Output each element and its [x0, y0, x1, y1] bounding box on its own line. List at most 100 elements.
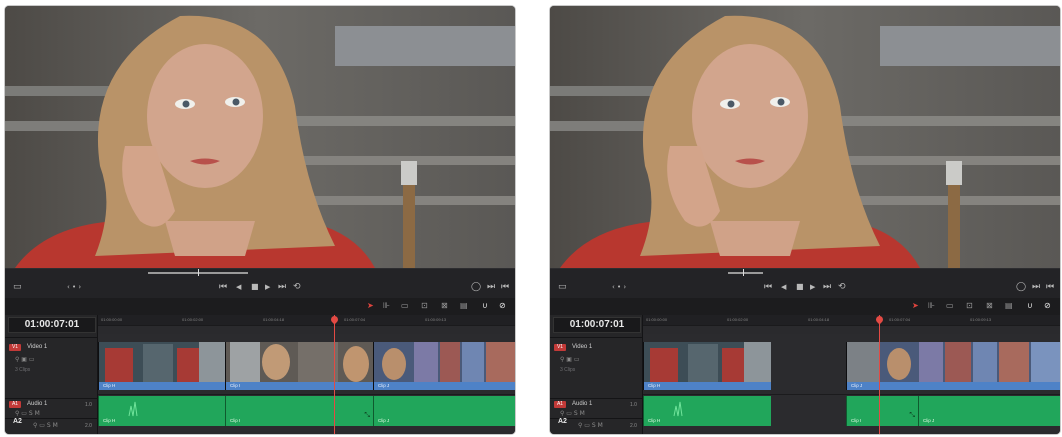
first-frame-button[interactable]: ⏮ — [764, 282, 772, 292]
replace-icon[interactable]: ⊠ — [986, 301, 993, 311]
play-reverse-button[interactable]: ◀ — [781, 282, 786, 292]
snapping-icon[interactable]: ∪ — [1027, 301, 1033, 311]
prev-edit-icon[interactable]: ⏭ — [487, 282, 495, 292]
ruler-tick: 01:00:09:13 — [970, 317, 992, 322]
audio-clip[interactable]: ⤡ Clip I — [225, 396, 374, 426]
overwrite-icon[interactable]: ⊡ — [966, 301, 973, 311]
monitor-icon[interactable]: ▭ — [13, 282, 22, 292]
video-track-lane: Clip H Clip I Clip J — [98, 334, 515, 390]
video-track-controls[interactable]: ⚲ ▣ ▭ — [15, 356, 35, 363]
ruler-tick: 01:00:07:04 — [344, 317, 366, 322]
audio-clip[interactable]: Clip H — [643, 396, 771, 426]
transport-bar: ▭ ‹ • › ⏮ ◀ ■ ▶ ⏭ ⟲ ◯ ⏭ ⏮ — [550, 268, 1060, 299]
viewer — [550, 6, 1060, 268]
nav-dots-icon[interactable]: ‹ • › — [612, 282, 626, 292]
trim-tool-icon[interactable]: ⊪ — [928, 301, 935, 311]
audio-clip[interactable]: Clip J — [373, 396, 515, 426]
fade-handle-icon[interactable]: ⤡ — [909, 412, 915, 419]
loop-button[interactable]: ⟲ — [293, 282, 301, 292]
toggle-icon[interactable]: ◯ — [1016, 282, 1026, 292]
loop-button[interactable]: ⟲ — [838, 282, 846, 292]
playhead[interactable] — [334, 315, 335, 434]
linked-selection-icon[interactable]: ⊘ — [1044, 301, 1051, 311]
track-headers: 01:00:07:01 V1 Video 1 ⚲ ▣ ▭ 3 Clips A1 … — [5, 315, 98, 434]
audio-track-controls[interactable]: ⚲ ▭ S M — [560, 410, 585, 417]
video-clip[interactable]: Clip H — [643, 342, 771, 390]
timeline-ruler[interactable]: 01:00:00:00 01:00:02:00 01:00:04:18 01:0… — [643, 315, 1060, 326]
play-reverse-button[interactable]: ◀ — [236, 282, 241, 292]
ruler-tick: 01:00:02:00 — [182, 317, 204, 322]
video-clip[interactable]: Clip I — [225, 342, 374, 390]
video-track-header: V1 Video 1 ⚲ ▣ ▭ 3 Clips — [5, 337, 97, 398]
video-track-controls[interactable]: ⚲ ▣ ▭ — [560, 356, 580, 363]
first-frame-button[interactable]: ⏮ — [219, 282, 227, 292]
track-name-audio[interactable]: Audio 1 — [572, 401, 592, 408]
audio2-controls[interactable]: ⚲ ▭ S M — [33, 422, 58, 429]
next-edit-icon[interactable]: ⏮ — [1046, 282, 1054, 292]
linked-selection-icon[interactable]: ⊘ — [499, 301, 506, 311]
viewer-frame-image — [5, 6, 515, 268]
jog-scrubber[interactable] — [728, 272, 763, 274]
selection-pointer-icon[interactable]: ➤ — [367, 301, 374, 311]
audio-level: 1.0 — [85, 402, 92, 408]
trim-tool-icon[interactable]: ⊪ — [383, 301, 390, 311]
audio2-controls[interactable]: ⚲ ▭ S M — [578, 422, 603, 429]
play-button[interactable]: ▶ — [265, 282, 270, 292]
audio-clip[interactable]: ⤡ Clip I — [846, 396, 919, 426]
video-clip[interactable]: Clip H — [98, 342, 226, 390]
last-frame-button[interactable]: ⏭ — [278, 282, 286, 292]
edit-toolbar: ➤ ⊪ ▭ ⊡ ⊠ ▤ ∪ ⊘ — [5, 298, 515, 315]
audio-track-header: A1 Audio 1 1.0 ⚲ ▭ S M — [5, 398, 97, 417]
last-frame-button[interactable]: ⏭ — [823, 282, 831, 292]
timecode-display: 01:00:07:01 — [8, 317, 96, 333]
track-name-video[interactable]: Video 1 — [572, 344, 592, 351]
clip-label: Clip H — [103, 418, 116, 423]
audio-track-lane: Clip H ⤡ Clip I Clip J — [643, 394, 1060, 431]
scrubber-knob[interactable] — [743, 269, 744, 276]
nav-dots-icon[interactable]: ‹ • › — [67, 282, 81, 292]
ruler-tick: 01:00:07:04 — [889, 317, 911, 322]
clip-label: Clip J — [378, 383, 390, 388]
overwrite-icon[interactable]: ⊡ — [421, 301, 428, 311]
track-tag-a1[interactable]: A1 — [554, 401, 566, 408]
fade-handle-icon[interactable]: ⤡ — [364, 412, 370, 419]
track-name-audio[interactable]: Audio 1 — [27, 401, 47, 408]
replace-icon[interactable]: ⊠ — [441, 301, 448, 311]
editor-panel-right: ▭ ‹ • › ⏮ ◀ ■ ▶ ⏭ ⟲ ◯ ⏭ ⏮ ➤ ⊪ ▭ ⊡ ⊠ ▤ ∪ … — [550, 6, 1060, 434]
stop-button[interactable]: ■ — [796, 282, 804, 292]
timeline[interactable]: 01:00:00:00 01:00:02:00 01:00:04:18 01:0… — [643, 315, 1060, 434]
prev-edit-icon[interactable]: ⏭ — [1032, 282, 1040, 292]
next-edit-icon[interactable]: ⏮ — [501, 282, 509, 292]
blade-tool-icon[interactable]: ▭ — [946, 301, 954, 311]
ruler-tick: 01:00:02:00 — [727, 317, 749, 322]
stop-button[interactable]: ■ — [251, 282, 259, 292]
video-clip[interactable]: Clip J — [373, 342, 515, 390]
scrubber-knob[interactable] — [198, 269, 199, 276]
audio-track-controls[interactable]: ⚲ ▭ S M — [15, 410, 40, 417]
transport-bar: ▭ ‹ • › ⏮ ◀ ■ ▶ ⏭ ⟲ ◯ ⏭ ⏮ — [5, 268, 515, 299]
toggle-icon[interactable]: ◯ — [471, 282, 481, 292]
blade-tool-icon[interactable]: ▭ — [401, 301, 409, 311]
insert-icon[interactable]: ▤ — [1005, 301, 1013, 311]
video-track-lane: Clip H Clip J — [643, 334, 1060, 390]
timeline[interactable]: 01:00:00:00 01:00:02:00 01:00:04:18 01:0… — [98, 315, 515, 434]
audio-level: 1.0 — [630, 402, 637, 408]
audio2-level: 2.0 — [85, 423, 92, 429]
ruler-tick: 01:00:09:13 — [425, 317, 447, 322]
monitor-icon[interactable]: ▭ — [558, 282, 567, 292]
selection-pointer-icon[interactable]: ➤ — [912, 301, 919, 311]
timeline-ruler[interactable]: 01:00:00:00 01:00:02:00 01:00:04:18 01:0… — [98, 315, 515, 326]
audio-clip[interactable]: Clip J — [918, 396, 1060, 426]
playhead[interactable] — [879, 315, 880, 434]
audio-clip[interactable]: Clip H — [98, 396, 226, 426]
track-tag-v1[interactable]: V1 — [9, 344, 21, 351]
play-button[interactable]: ▶ — [810, 282, 815, 292]
track-headers: 01:00:07:01 V1 Video 1 ⚲ ▣ ▭ 3 Clips A1 … — [550, 315, 643, 434]
track-tag-a1[interactable]: A1 — [9, 401, 21, 408]
snapping-icon[interactable]: ∪ — [482, 301, 488, 311]
track-tag-v1[interactable]: V1 — [554, 344, 566, 351]
clip-label: Clip I — [230, 418, 241, 423]
track-name-video[interactable]: Video 1 — [27, 344, 47, 351]
clip-label: Clip I — [230, 383, 241, 388]
insert-icon[interactable]: ▤ — [460, 301, 468, 311]
